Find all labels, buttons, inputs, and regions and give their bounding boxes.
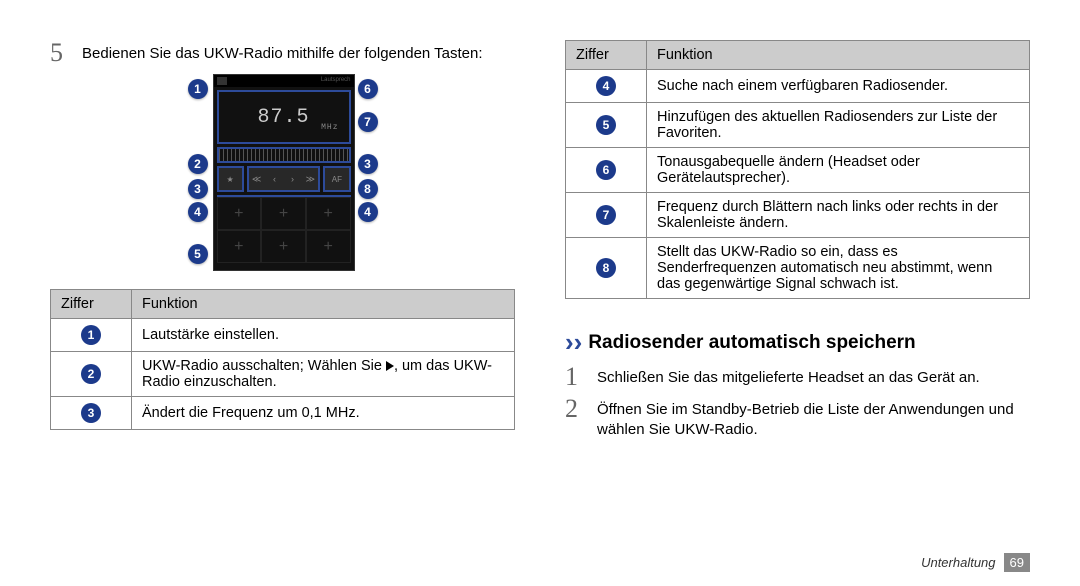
row-text-cell: Suche nach einem verfügbaren Radiosender… — [647, 70, 1030, 103]
row-number-badge: 6 — [596, 160, 616, 180]
table-row: 5 Hinzufügen des aktuellen Radiosenders … — [566, 103, 1030, 148]
row-number-badge: 5 — [596, 115, 616, 135]
subheading: ›› Radiosender automatisch speichern — [565, 327, 1030, 358]
step-number: 1 — [565, 364, 587, 390]
step-1-row: 1 Schließen Sie das mitgelieferte Headse… — [565, 364, 1030, 390]
step-text: Bedienen Sie das UKW-Radio mithilfe der … — [82, 44, 483, 64]
row-number-cell: 4 — [566, 70, 647, 103]
volume-indicator-icon — [217, 77, 227, 85]
step-5-row: 5 Bedienen Sie das UKW-Radio mithilfe de… — [50, 40, 515, 66]
preset-slot: + — [306, 197, 351, 230]
table-row: 3 Ändert die Frequenz um 0,1 MHz. — [51, 397, 515, 430]
seek-right-icon: › — [285, 174, 301, 184]
header-ziffer: Ziffer — [51, 290, 132, 319]
callout-badge-6: 6 — [358, 79, 378, 99]
preset-slot: + — [261, 230, 306, 263]
row-text-cell: Tonausgabequelle ändern (Headset oder Ge… — [647, 148, 1030, 193]
row-text-cell: Frequenz durch Blättern nach links oder … — [647, 193, 1030, 238]
row-number-cell: 2 — [51, 352, 132, 397]
frequency-scale — [217, 147, 351, 163]
table-row: 7 Frequenz durch Blättern nach links ode… — [566, 193, 1030, 238]
callout-badge-3-right: 3 — [358, 154, 378, 174]
row-text-cell: Stellt das UKW-Radio so ein, dass es Sen… — [647, 238, 1030, 299]
function-table-right: Ziffer Funktion 4 Suche nach einem verfü… — [565, 40, 1030, 299]
callout-badge-3-left: 3 — [188, 179, 208, 199]
subheading-text: Radiosender automatisch speichern — [588, 332, 915, 354]
play-icon — [386, 361, 394, 371]
row-text-cell: Hinzufügen des aktuellen Radiosenders zu… — [647, 103, 1030, 148]
fav-button: ★ — [217, 166, 244, 192]
row-text-cell: UKW-Radio ausschalten; Wählen Sie , um d… — [132, 352, 515, 397]
callout-badge-8: 8 — [358, 179, 378, 199]
row-number-cell: 6 — [566, 148, 647, 193]
frequency-display: 87.5 MHz — [217, 90, 351, 144]
row-number-badge: 2 — [81, 364, 101, 384]
row-number-badge: 1 — [81, 325, 101, 345]
step-2-row: 2 Öffnen Sie im Standby-Betrieb die List… — [565, 396, 1030, 441]
callout-badge-7: 7 — [358, 112, 378, 132]
seek-far-left-icon: ≪ — [249, 174, 265, 185]
table-row: 8 Stellt das UKW-Radio so ein, dass es S… — [566, 238, 1030, 299]
function-table-left: Ziffer Funktion 1 Lautstärke einstellen.… — [50, 289, 515, 430]
preset-grid: + + + + + + — [217, 195, 351, 263]
row-text-prefix: UKW-Radio ausschalten; Wählen Sie — [142, 358, 386, 374]
callout-badge-4-left: 4 — [188, 202, 208, 222]
step-text: Öffnen Sie im Standby-Betrieb die Liste … — [597, 400, 1030, 441]
header-funktion: Funktion — [647, 41, 1030, 70]
header-funktion: Funktion — [132, 290, 515, 319]
chevron-right-icon: ›› — [565, 327, 582, 358]
row-text-cell: Ändert die Frequenz um 0,1 MHz. — [132, 397, 515, 430]
table-row: 1 Lautstärke einstellen. — [51, 319, 515, 352]
step-number: 5 — [50, 40, 72, 66]
preset-slot: + — [217, 197, 262, 230]
seek-far-right-icon: ≫ — [302, 174, 318, 185]
table-row: 6 Tonausgabequelle ändern (Headset oder … — [566, 148, 1030, 193]
step-number: 2 — [565, 396, 587, 422]
callout-badge-2: 2 — [188, 154, 208, 174]
row-text-cell: Lautstärke einstellen. — [132, 319, 515, 352]
speaker-label: Lautsprech — [321, 77, 351, 83]
radio-illustration: Lautsprech 87.5 MHz ★ ≪ ‹ › ≫ AF — [163, 74, 403, 269]
table-header-row: Ziffer Funktion — [566, 41, 1030, 70]
footer-section: Unterhaltung — [921, 555, 995, 570]
frequency-value: 87.5 — [257, 106, 309, 129]
header-ziffer: Ziffer — [566, 41, 647, 70]
radio-topbar: Lautsprech — [214, 75, 354, 87]
seek-left-icon: ‹ — [267, 174, 283, 184]
callout-badge-5: 5 — [188, 244, 208, 264]
row-number-badge: 8 — [596, 258, 616, 278]
af-button: AF — [323, 166, 350, 192]
radio-screen: Lautsprech 87.5 MHz ★ ≪ ‹ › ≫ AF — [213, 74, 355, 271]
row-number-cell: 1 — [51, 319, 132, 352]
step-text: Schließen Sie das mitgelieferte Headset … — [597, 368, 980, 388]
row-number-cell: 5 — [566, 103, 647, 148]
row-number-cell: 7 — [566, 193, 647, 238]
footer-page-number: 69 — [1004, 553, 1030, 572]
row-number-cell: 3 — [51, 397, 132, 430]
row-number-badge: 7 — [596, 205, 616, 225]
row-number-badge: 3 — [81, 403, 101, 423]
radio-controls-row: ★ ≪ ‹ › ≫ AF — [217, 166, 351, 192]
preset-slot: + — [261, 197, 306, 230]
seek-control-group: ≪ ‹ › ≫ — [247, 166, 321, 192]
preset-slot: + — [217, 230, 262, 263]
row-number-cell: 8 — [566, 238, 647, 299]
preset-slot: + — [306, 230, 351, 263]
table-row: 2 UKW-Radio ausschalten; Wählen Sie , um… — [51, 352, 515, 397]
callout-badge-4-right: 4 — [358, 202, 378, 222]
table-header-row: Ziffer Funktion — [51, 290, 515, 319]
table-row: 4 Suche nach einem verfügbaren Radiosend… — [566, 70, 1030, 103]
mhz-label: MHz — [321, 123, 338, 132]
row-number-badge: 4 — [596, 76, 616, 96]
callout-badge-1: 1 — [188, 79, 208, 99]
page-footer: Unterhaltung 69 — [921, 553, 1030, 572]
